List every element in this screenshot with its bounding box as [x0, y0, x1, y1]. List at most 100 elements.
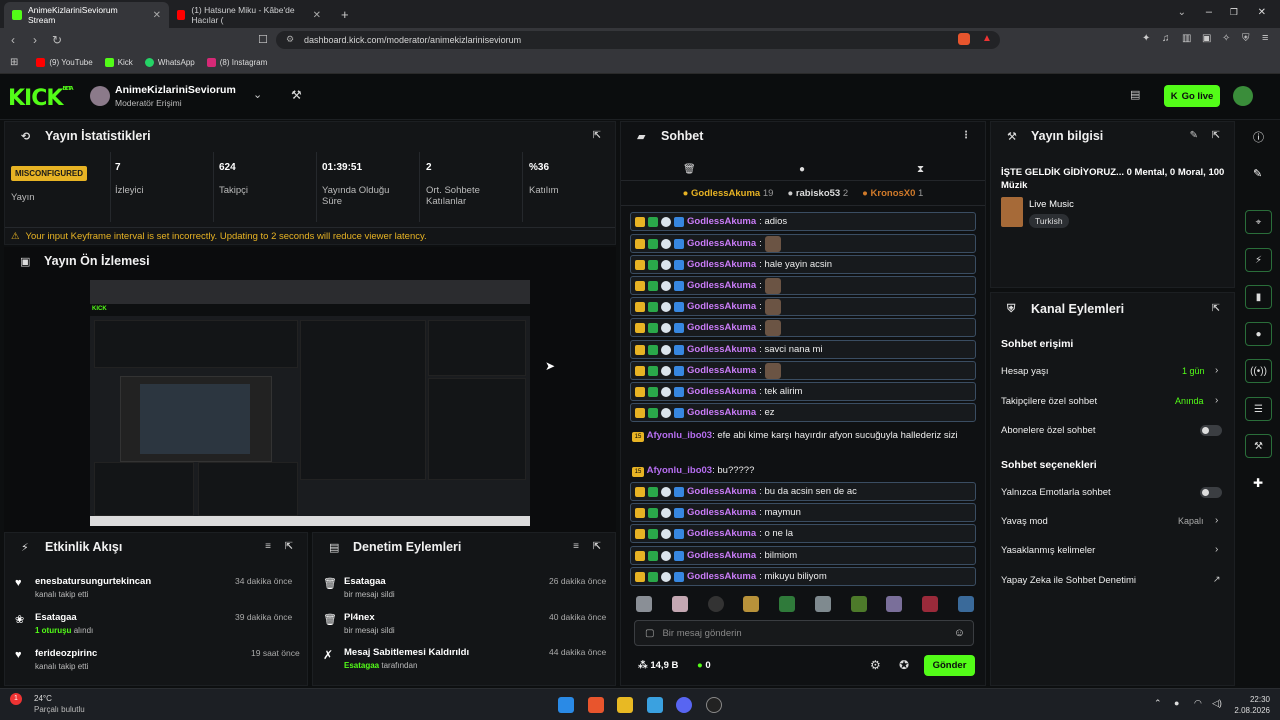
sidebar-tool-activity[interactable]: ⚡ [1245, 248, 1272, 272]
bookmark-youtube[interactable]: (9) YouTube [36, 58, 93, 67]
emote-icon[interactable] [707, 596, 724, 612]
mic-icon[interactable]: ● [1174, 698, 1179, 708]
top-chatter[interactable]: ● KronosX0 1 [862, 188, 923, 199]
emote-icon[interactable] [886, 596, 903, 612]
close-window-icon[interactable]: ✕ [1258, 7, 1266, 18]
channel-points[interactable]: ⁂ 14,9 B [638, 660, 678, 671]
menu-icon[interactable]: ≡ [1262, 32, 1268, 44]
brave-shield-icon[interactable] [958, 33, 970, 45]
kick-logo[interactable]: KICKBETA [8, 86, 74, 111]
chevron-right-icon[interactable]: › [1215, 365, 1218, 376]
file-explorer-icon[interactable] [617, 697, 633, 713]
chat-username[interactable]: Afyonlu_ibo03 [647, 430, 712, 441]
trash-icon[interactable]: 🗑 [683, 164, 696, 175]
tray-chevron-icon[interactable]: ⌃ [1154, 698, 1162, 709]
emote-icon[interactable] [850, 596, 867, 612]
chat-username[interactable]: GodlessAkuma [687, 238, 756, 249]
category-name[interactable]: Live Music [1029, 199, 1074, 210]
close-tab-icon[interactable]: ✕ [153, 10, 161, 21]
channel-switch-chevron-icon[interactable]: ⌄ [253, 88, 262, 101]
clock-date[interactable]: 2.08.2026 [1230, 706, 1270, 715]
chat-message[interactable]: GodlessAkuma: [630, 297, 976, 316]
forward-icon[interactable]: › [24, 33, 46, 47]
chat-username[interactable]: GodlessAkuma [687, 486, 756, 497]
kick-points[interactable]: ● 0 [697, 660, 711, 671]
stream-tag[interactable]: Turkish [1029, 214, 1069, 228]
brave-browser-icon[interactable] [588, 697, 604, 713]
chat-username[interactable]: GodlessAkuma [687, 407, 756, 418]
chat-username[interactable]: GodlessAkuma [687, 365, 756, 376]
tab-search-icon[interactable]: ⌄ [1178, 7, 1186, 18]
chat-message[interactable]: GodlessAkuma: maymun [630, 503, 976, 522]
chat-message[interactable]: GodlessAkuma: hale yayin acsin [630, 255, 976, 274]
chevron-right-icon[interactable]: › [1215, 515, 1218, 526]
extensions-icon[interactable]: ✦ [1142, 33, 1150, 44]
emote-icon[interactable] [743, 596, 760, 612]
sidebar-tool-channel[interactable]: ☰ [1245, 397, 1272, 421]
account-age-label[interactable]: Hesap yaşı [1001, 366, 1049, 377]
channel-name[interactable]: AnimeKizlariniSeviorum [115, 84, 236, 96]
browser-tab-active[interactable]: AnimeKizlariniSeviorum Stream ✕ [4, 2, 169, 28]
bookmark-kick[interactable]: Kick [104, 58, 133, 67]
wallet-icon[interactable]: ▣ [1202, 33, 1211, 44]
obs-icon[interactable] [706, 697, 722, 713]
chat-message[interactable]: GodlessAkuma: mikuyu biliyom [630, 567, 976, 586]
chat-message[interactable]: 15 Afyonlu_ibo03: bu????? [632, 464, 978, 478]
chat-username[interactable]: GodlessAkuma [687, 550, 756, 561]
chat-message[interactable]: GodlessAkuma: bilmiom [630, 546, 976, 565]
chat-username[interactable]: GodlessAkuma [687, 322, 756, 333]
slow-mode-value[interactable]: Kapalı [1178, 516, 1204, 526]
top-chatter[interactable]: ● rabisko53 2 [787, 188, 848, 199]
emote-icon[interactable] [957, 596, 974, 612]
chat-username[interactable]: Afyonlu_ibo03 [647, 465, 712, 476]
filter-icon[interactable]: ≡ [265, 541, 271, 552]
top-chatter[interactable]: ● GodlessAkuma 19 [683, 188, 774, 199]
vpn-icon[interactable]: ⛨ [1242, 33, 1250, 44]
slow-mode-label[interactable]: Yavaş mod [1001, 516, 1048, 527]
apps-grid-icon[interactable]: ⊞ [10, 57, 18, 68]
media-icon[interactable]: ♫ [1162, 33, 1170, 44]
popout-icon[interactable]: ⇱ [1212, 130, 1220, 141]
chat-mode-icon[interactable]: ▢ [645, 628, 654, 639]
category-thumbnail[interactable] [1001, 197, 1023, 227]
sidebar-tool-stats[interactable]: ⌖ [1245, 210, 1272, 234]
chat-username[interactable]: GodlessAkuma [687, 571, 756, 582]
chat-message[interactable]: GodlessAkuma: [630, 276, 976, 295]
channel-avatar[interactable] [90, 86, 110, 106]
chat-username[interactable]: GodlessAkuma [687, 301, 756, 312]
clock-time[interactable]: 22:30 [1238, 695, 1270, 704]
ai-moderation-label[interactable]: Yapay Zeka ile Sohbet Denetimi [1001, 575, 1136, 586]
reload-icon[interactable]: ↻ [46, 33, 68, 47]
windows-start-icon[interactable] [558, 697, 574, 713]
followers-only-value[interactable]: Anında [1175, 396, 1204, 406]
chat-username[interactable]: GodlessAkuma [687, 216, 756, 227]
sidebar-tool-chat[interactable]: ● [1245, 322, 1272, 346]
external-link-icon[interactable]: ↗ [1213, 574, 1221, 585]
chat-message[interactable]: 15 Afyonlu_ibo03: efe abi kime karşı hay… [632, 429, 978, 443]
chat-bubble-icon[interactable]: ● [799, 164, 805, 175]
new-tab-button[interactable]: + [341, 7, 349, 22]
edit-icon[interactable]: ✎ [1190, 130, 1198, 141]
back-icon[interactable]: ‹ [2, 33, 24, 47]
close-tab-icon[interactable]: ✕ [313, 10, 321, 21]
sidebar-tool-broadcast[interactable]: ((•)) [1245, 359, 1272, 383]
browser-tab-youtube[interactable]: (1) Hatsune Miku - Kâbe'de Hacılar ( ✕ [169, 2, 329, 28]
brave-rewards-icon[interactable]: ▲ [982, 33, 992, 44]
chat-username[interactable]: GodlessAkuma [687, 259, 756, 270]
chat-message[interactable]: GodlessAkuma: [630, 234, 976, 253]
chevron-right-icon[interactable]: › [1215, 544, 1218, 555]
popout-icon[interactable]: ⇱ [593, 541, 601, 552]
add-widget-icon[interactable]: ✚ [1253, 476, 1263, 490]
account-age-value[interactable]: 1 gün [1182, 366, 1205, 376]
volume-icon[interactable]: ◁) [1212, 698, 1222, 709]
bookmark-instagram[interactable]: (8) Instagram [206, 58, 267, 67]
chat-message[interactable]: GodlessAkuma: [630, 318, 976, 337]
chat-message[interactable]: GodlessAkuma: savci nana mi [630, 340, 976, 359]
popout-icon[interactable]: ⇱ [285, 541, 293, 552]
chat-input[interactable]: ▢ Bir mesaj gönderin ☺ [634, 620, 974, 646]
gear-icon[interactable]: ⚙ [870, 658, 881, 672]
bookmark-whatsapp[interactable]: WhatsApp [144, 58, 195, 67]
sidebar-tool-moderation[interactable]: ▮ [1245, 285, 1272, 309]
chat-message[interactable]: GodlessAkuma: adios [630, 212, 976, 231]
chat-settings-icon[interactable]: ✪ [899, 658, 909, 672]
